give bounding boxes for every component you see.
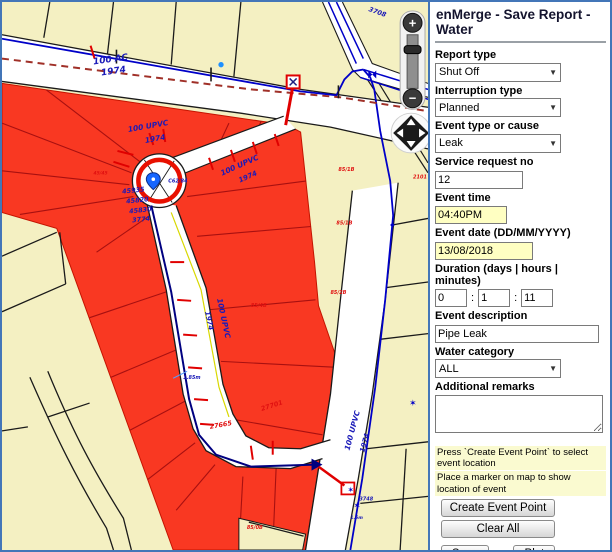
- notice-place-marker: Place a marker on map to show location o…: [435, 471, 606, 495]
- map-canvas[interactable]: ✶✶✶◆● 100 AC1974100 UPVC1974100 UPVC1974…: [2, 2, 428, 550]
- event-time-label: Event time: [435, 192, 606, 205]
- duration-hours-input[interactable]: [478, 289, 510, 307]
- interruption-type-select[interactable]: Planned ▼: [435, 98, 561, 117]
- report-type-value: Shut Off: [439, 66, 479, 78]
- duration-separator: :: [514, 292, 517, 304]
- create-event-point-button[interactable]: Create Event Point: [441, 499, 555, 517]
- event-type-value: Leak: [439, 137, 463, 149]
- duration-label: Duration (days | hours | minutes): [435, 263, 606, 288]
- map-annotation: 1.5m: [350, 515, 363, 521]
- water-category-label: Water category: [435, 346, 606, 359]
- map-annotation: 2101: [413, 175, 427, 181]
- duration-days-input[interactable]: [435, 289, 467, 307]
- hydrant-star-icon: ✶: [409, 399, 417, 409]
- chevron-down-icon: ▼: [549, 364, 557, 373]
- zoom-out-button[interactable]: −: [403, 89, 422, 108]
- clear-all-button[interactable]: Clear All: [441, 520, 555, 538]
- service-request-label: Service request no: [435, 156, 606, 169]
- zoom-slider-track[interactable]: [407, 35, 418, 89]
- duration-minutes-input[interactable]: [521, 289, 553, 307]
- chevron-down-icon: ▼: [549, 103, 557, 112]
- map-annotation: 85/1B: [336, 220, 352, 226]
- duration-separator: :: [471, 292, 474, 304]
- map-annotation: 85/1B: [338, 167, 354, 173]
- event-date-label: Event date (DD/MM/YYYY): [435, 227, 606, 240]
- zoom-in-button[interactable]: +: [403, 13, 422, 32]
- interruption-type-label: Interruption type: [435, 85, 606, 98]
- map-annotation: 85/4B: [251, 303, 267, 309]
- title-divider: [435, 41, 606, 43]
- pan-control: [391, 113, 428, 153]
- map-annotation: 85/2B: [330, 290, 346, 296]
- map-annotation: 1.85m: [183, 375, 200, 381]
- map-annotation: 45/45: [94, 171, 108, 177]
- hydrant-star-icon: ✶: [353, 501, 361, 511]
- enmerge-window: ✶✶✶◆● 100 AC1974100 UPVC1974100 UPVC1974…: [0, 0, 612, 552]
- chevron-down-icon: ▼: [549, 68, 557, 77]
- event-type-select[interactable]: Leak ▼: [435, 134, 561, 153]
- additional-remarks-label: Additional remarks: [435, 381, 606, 394]
- map-area: ✶✶✶◆● 100 AC1974100 UPVC1974100 UPVC1974…: [2, 2, 428, 550]
- zoom-in-icon: +: [409, 15, 417, 30]
- service-request-input[interactable]: [435, 171, 523, 189]
- map-annotation: 3748: [359, 496, 373, 502]
- event-description-label: Event description: [435, 310, 606, 323]
- event-type-label: Event type or cause: [435, 120, 606, 133]
- save-button[interactable]: Save: [441, 545, 489, 552]
- report-type-select[interactable]: Shut Off ▼: [435, 63, 561, 82]
- zoom-slider-handle[interactable]: [404, 46, 421, 54]
- event-description-input[interactable]: [435, 325, 599, 343]
- plot-button[interactable]: Plot: [513, 545, 555, 552]
- map-annotation: C62/84: [168, 179, 188, 185]
- notice-press-create: Press `Create Event Point` to select eve…: [435, 446, 606, 470]
- event-date-input[interactable]: [435, 242, 533, 260]
- map-annotation: 85/0B: [247, 525, 263, 531]
- event-time-input[interactable]: [435, 206, 507, 224]
- valve-star-icon: ✶: [347, 485, 354, 494]
- fitting-icon: ◆: [390, 221, 395, 228]
- zoom-out-icon: −: [409, 90, 417, 105]
- node-icon: ●: [218, 61, 224, 69]
- zoom-slider-control: + −: [400, 11, 425, 109]
- water-category-value: ALL: [439, 363, 459, 375]
- water-category-select[interactable]: ALL ▼: [435, 359, 561, 378]
- interruption-type-value: Planned: [439, 102, 479, 114]
- save-report-panel: enMerge - Save Report - Water Report typ…: [428, 2, 610, 550]
- report-type-label: Report type: [435, 49, 606, 62]
- panel-title: enMerge - Save Report - Water: [435, 5, 606, 40]
- chevron-down-icon: ▼: [549, 139, 557, 148]
- additional-remarks-textarea[interactable]: [435, 395, 603, 433]
